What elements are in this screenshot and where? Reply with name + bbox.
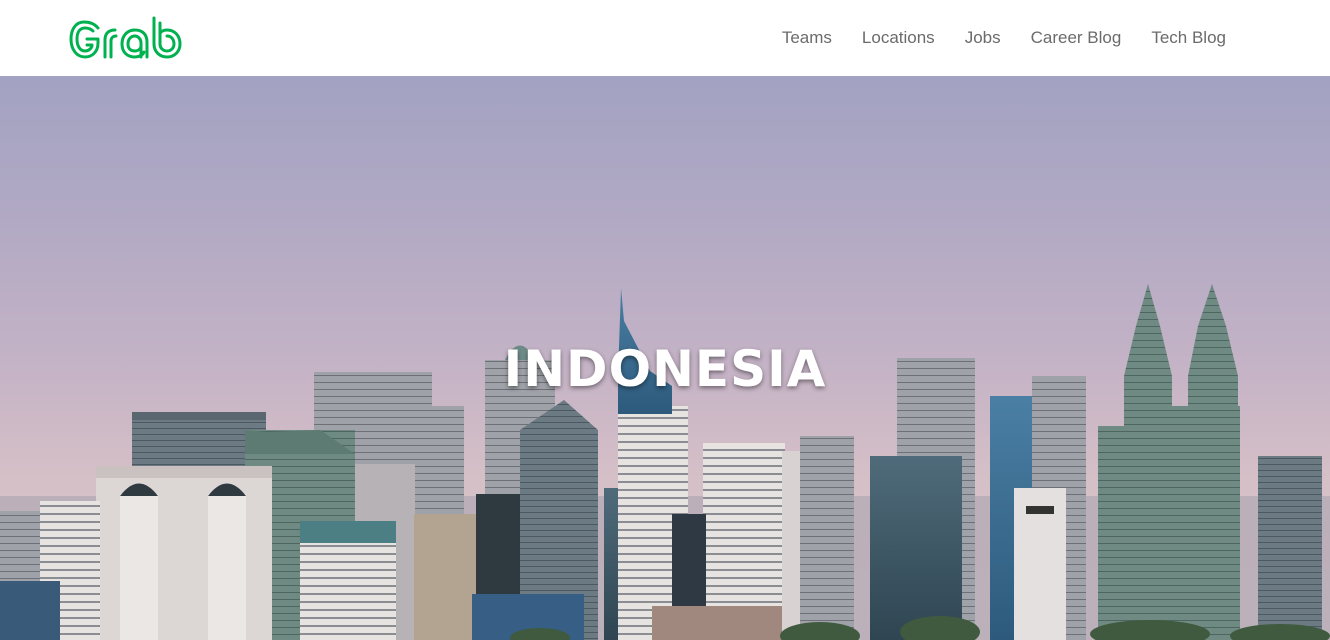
nav-jobs-link[interactable]: Jobs bbox=[950, 0, 1016, 76]
nav-career-blog-link[interactable]: Career Blog bbox=[1016, 0, 1137, 76]
grab-logo-link[interactable] bbox=[68, 14, 192, 64]
hero-banner: INDONESIA bbox=[0, 76, 1330, 640]
main-nav: Teams Locations Jobs Career Blog Tech Bl… bbox=[767, 0, 1226, 76]
grab-logo bbox=[69, 16, 182, 59]
nav-tech-blog-link[interactable]: Tech Blog bbox=[1136, 0, 1226, 76]
nav-teams-link[interactable]: Teams bbox=[767, 0, 847, 76]
site-header: Teams Locations Jobs Career Blog Tech Bl… bbox=[0, 0, 1330, 76]
hero-title: INDONESIA bbox=[503, 340, 827, 398]
nav-locations-link[interactable]: Locations bbox=[847, 0, 950, 76]
